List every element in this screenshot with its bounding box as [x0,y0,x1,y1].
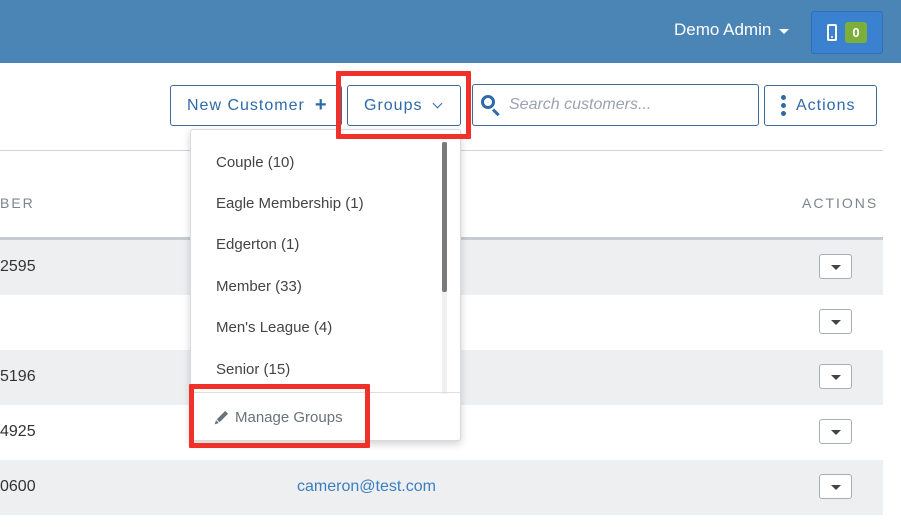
plus-icon: + [314,94,328,116]
groups-label: Groups [364,96,423,114]
actions-button[interactable]: Actions [764,85,877,126]
group-item-edgerton[interactable]: Edgerton (1) [216,236,299,253]
row-number: 5196 [0,368,36,385]
row-actions-dropdown[interactable] [819,309,852,334]
dropdown-divider [191,392,460,393]
column-header-actions: ACTIONS [802,195,879,211]
user-name: Demo Admin [674,20,772,39]
column-header-number: BER [0,195,35,211]
groups-dropdown-menu: Couple (10) Eagle Membership (1) Edgerto… [190,129,461,441]
chevron-down-icon [433,98,443,109]
user-menu[interactable]: Demo Admin [674,20,790,40]
kebab-menu-icon [781,95,786,116]
new-customer-label: New Customer [187,96,305,114]
row-number: 0600 [0,478,36,495]
row-actions-dropdown[interactable] [819,474,852,499]
mobile-phone-icon [827,24,838,41]
group-item-mens-league[interactable]: Men's League (4) [216,319,332,336]
search-box [472,84,759,126]
top-navbar: Demo Admin 0 [0,0,901,63]
group-item-member[interactable]: Member (33) [216,278,302,295]
table-row: 0600 cameron@test.com [0,460,883,515]
group-item-senior[interactable]: Senior (15) [216,361,290,378]
search-icon [479,94,501,117]
row-actions-dropdown[interactable] [819,364,852,389]
row-actions-dropdown[interactable] [819,254,852,279]
row-number: 4925 [0,423,36,440]
device-button[interactable]: 0 [811,11,883,54]
pencil-icon [213,409,230,426]
group-item-eagle-membership[interactable]: Eagle Membership (1) [216,195,364,212]
row-email[interactable]: cameron@test.com [297,478,436,496]
row-actions-dropdown[interactable] [819,419,852,444]
group-item-couple[interactable]: Couple (10) [216,154,294,171]
row-number: 2595 [0,258,36,275]
manage-groups-link[interactable]: Manage Groups [215,409,343,426]
groups-button[interactable]: Groups [347,85,461,126]
actions-label: Actions [796,96,856,114]
device-count-badge: 0 [845,22,867,43]
manage-groups-label: Manage Groups [235,409,343,426]
dropdown-scrollbar-thumb[interactable] [442,142,447,292]
search-input[interactable] [509,96,749,114]
new-customer-button[interactable]: New Customer + [170,85,342,126]
caret-down-icon [779,28,790,34]
